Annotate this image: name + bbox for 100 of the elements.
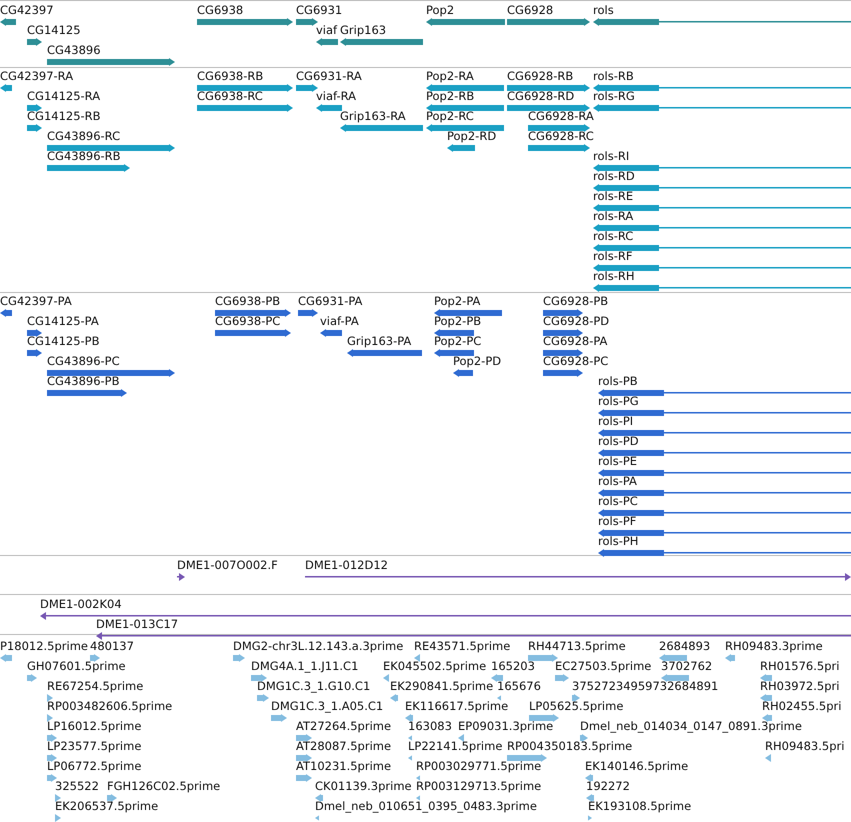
- feature-glyph[interactable]: [426, 18, 505, 26]
- feature-label: Pop2-PB: [434, 314, 482, 328]
- feature-label: CG14125-PA: [27, 314, 99, 328]
- feature-glyph[interactable]: [414, 654, 420, 662]
- feature-label: RP003482606.5prime: [47, 699, 172, 713]
- feature-glyph[interactable]: [27, 349, 42, 357]
- feature-label: RH02455.5pri: [762, 699, 842, 713]
- feature-glyph[interactable]: [47, 694, 53, 702]
- feature-glyph[interactable]: [598, 449, 851, 457]
- feature-glyph[interactable]: [572, 694, 580, 702]
- feature-glyph[interactable]: [580, 734, 588, 742]
- feature-glyph[interactable]: [434, 309, 502, 317]
- feature-glyph[interactable]: [316, 38, 338, 46]
- feature-label: Grip163-PA: [347, 334, 412, 348]
- feature-label: CG43896-RC: [47, 129, 120, 143]
- feature-glyph[interactable]: [296, 18, 318, 26]
- feature-label: LP16012.5prime: [47, 719, 142, 733]
- feature-label: CG42397-RA: [0, 69, 74, 83]
- feature-glyph[interactable]: [543, 349, 583, 357]
- feature-glyph[interactable]: [528, 124, 590, 132]
- feature-glyph[interactable]: [416, 774, 420, 782]
- feature-label: rols-PF: [598, 514, 636, 528]
- feature-glyph[interactable]: [598, 509, 851, 517]
- feature-label: 480137: [90, 639, 134, 653]
- feature-glyph[interactable]: [598, 389, 851, 397]
- feature-glyph[interactable]: [434, 349, 474, 357]
- feature-label: RP004350183.5prime: [507, 739, 632, 753]
- feature-label: EK140146.5prime: [585, 759, 688, 773]
- feature-glyph[interactable]: [0, 18, 16, 26]
- feature-label: RE67254.5prime: [47, 679, 144, 693]
- feature-label: CG43896-RB: [47, 149, 121, 163]
- feature-glyph[interactable]: [305, 573, 851, 581]
- feature-glyph[interactable]: [598, 429, 851, 437]
- feature-glyph[interactable]: [40, 612, 851, 620]
- feature-glyph[interactable]: [315, 794, 323, 802]
- feature-label: CG43896-PC: [47, 354, 120, 368]
- feature-label: rols-PB: [598, 374, 638, 388]
- feature-label: DME1-007O002.F: [177, 558, 278, 572]
- feature-label: CG6938-PC: [215, 314, 280, 328]
- feature-glyph[interactable]: [296, 734, 312, 742]
- feature-glyph[interactable]: [55, 794, 61, 802]
- feature-label: EK045502.5prime: [383, 659, 486, 673]
- feature-glyph[interactable]: [47, 58, 175, 66]
- feature-label: rols-RA: [593, 209, 634, 223]
- feature-label: rols-RB: [593, 69, 634, 83]
- feature-label: Pop2-PC: [434, 334, 482, 348]
- feature-glyph[interactable]: [296, 754, 312, 762]
- feature-label: rols: [593, 3, 614, 17]
- feature-label: viaf: [316, 23, 338, 37]
- feature-glyph[interactable]: [598, 549, 851, 557]
- feature-glyph[interactable]: [347, 349, 422, 357]
- feature-label: RH09483.5pri: [765, 739, 844, 753]
- feature-label: Pop2: [426, 3, 454, 17]
- feature-glyph[interactable]: [507, 18, 590, 26]
- feature-label: rols-RG: [593, 89, 635, 103]
- feature-glyph[interactable]: [340, 38, 423, 46]
- feature-glyph[interactable]: [197, 18, 293, 26]
- feature-glyph[interactable]: [215, 309, 291, 317]
- feature-glyph[interactable]: [661, 674, 689, 682]
- feature-label: rols-RD: [593, 169, 635, 183]
- feature-label: CG6928-RA: [528, 109, 594, 123]
- feature-glyph[interactable]: [543, 369, 583, 377]
- feature-label: Grip163: [340, 23, 386, 37]
- feature-label: EK290841.5prime: [390, 679, 494, 693]
- feature-glyph[interactable]: [0, 309, 12, 317]
- feature-glyph[interactable]: [760, 674, 772, 682]
- feature-glyph[interactable]: [47, 389, 127, 397]
- feature-glyph[interactable]: [598, 489, 851, 497]
- feature-glyph[interactable]: [298, 309, 318, 317]
- feature-label: EC27503.5prime: [555, 659, 652, 673]
- feature-glyph[interactable]: [598, 409, 851, 417]
- feature-glyph[interactable]: [215, 329, 291, 337]
- feature-glyph[interactable]: [320, 329, 342, 337]
- feature-glyph[interactable]: [177, 573, 185, 581]
- feature-label: CG43896-PB: [47, 374, 120, 388]
- feature-label: CG6928-PA: [543, 334, 608, 348]
- feature-glyph[interactable]: [760, 694, 772, 702]
- feature-label: rols-RC: [593, 229, 634, 243]
- feature-glyph[interactable]: [47, 369, 175, 377]
- feature-label: EP09031.3prime: [458, 719, 554, 733]
- feature-glyph[interactable]: [586, 794, 594, 802]
- feature-glyph[interactable]: [543, 309, 583, 317]
- feature-glyph[interactable]: [593, 18, 851, 26]
- feature-glyph[interactable]: [659, 654, 687, 662]
- feature-glyph[interactable]: [107, 794, 117, 802]
- feature-glyph[interactable]: [543, 329, 583, 337]
- feature-label: CG14125-RB: [27, 109, 101, 123]
- feature-label: LP23577.5prime: [47, 739, 142, 753]
- feature-glyph[interactable]: [27, 38, 42, 46]
- feature-label: Pop2-RB: [426, 89, 474, 103]
- feature-glyph[interactable]: [434, 329, 474, 337]
- feature-glyph[interactable]: [96, 632, 851, 640]
- feature-glyph[interactable]: [453, 369, 473, 377]
- feature-glyph[interactable]: [27, 329, 42, 337]
- feature-glyph[interactable]: [27, 104, 42, 112]
- feature-glyph[interactable]: [598, 529, 851, 537]
- feature-glyph[interactable]: [598, 469, 851, 477]
- feature-label: AT10231.5prime: [296, 759, 392, 773]
- feature-label: rols-PG: [598, 394, 639, 408]
- feature-glyph[interactable]: [416, 794, 420, 802]
